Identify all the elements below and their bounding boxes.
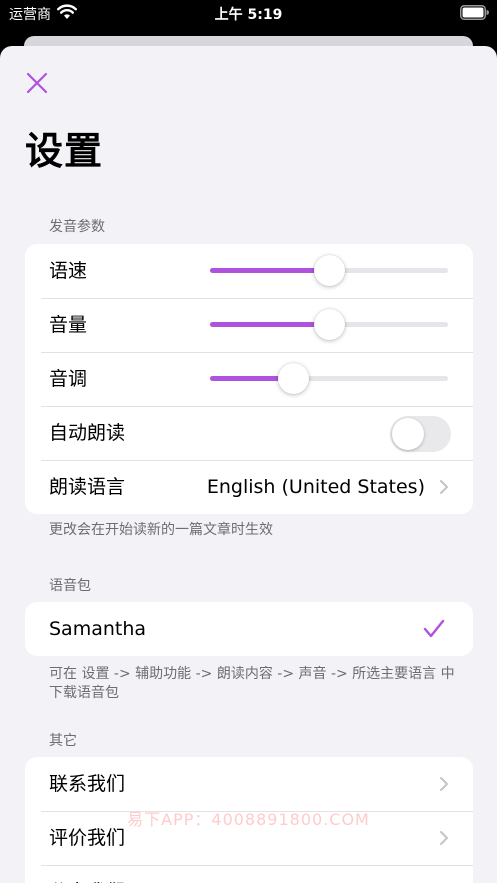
speed-row: 语速	[25, 244, 473, 298]
page-title: 设置	[25, 129, 104, 173]
section-header-voice-params: 发音参数	[49, 219, 105, 235]
settings-sheet: 设置 发音参数 语速 音量 音调 自动朗读 朗读语言 English (Unit…	[0, 46, 497, 883]
contact-us-row[interactable]: 联系我们	[25, 757, 473, 811]
voice-name: Samantha	[49, 618, 147, 640]
auto-read-toggle[interactable]	[390, 416, 451, 452]
voice-params-group: 语速 音量 音调 自动朗读 朗读语言 English (United State…	[25, 244, 473, 514]
section-header-voice-pack: 语音包	[49, 578, 91, 594]
battery-icon	[460, 5, 489, 20]
auto-read-label: 自动朗读	[49, 422, 126, 444]
chevron-right-icon	[440, 831, 448, 845]
chevron-right-icon	[440, 777, 448, 791]
watermark: 易下APP：4008891800.COM	[127, 810, 370, 829]
volume-slider[interactable]	[210, 309, 448, 340]
volume-row: 音量	[25, 298, 473, 352]
share-us-row[interactable]: 分享我们	[25, 865, 473, 883]
language-label: 朗读语言	[49, 476, 126, 498]
voice-row-samantha[interactable]: Samantha	[25, 602, 473, 656]
volume-slider-fill	[210, 322, 329, 327]
speed-slider[interactable]	[210, 255, 448, 286]
auto-read-toggle-knob	[392, 418, 424, 450]
pitch-slider-thumb[interactable]	[278, 363, 310, 394]
voice-pack-group: Samantha	[25, 602, 473, 656]
language-value: English (United States)	[206, 476, 425, 498]
auto-read-row: 自动朗读	[25, 406, 473, 460]
status-bar: 运营商 上午 5:19	[0, 0, 497, 27]
status-time: 上午 5:19	[214, 7, 283, 23]
close-icon[interactable]	[22, 68, 52, 98]
chevron-right-icon	[440, 480, 448, 494]
volume-slider-thumb[interactable]	[314, 309, 345, 340]
volume-label: 音量	[49, 314, 88, 336]
section-header-other: 其它	[49, 733, 77, 749]
pitch-slider[interactable]	[210, 363, 448, 394]
voice-params-footer: 更改会在开始读新的一篇文章时生效	[49, 522, 273, 538]
share-us-label: 分享我们	[49, 865, 125, 883]
pitch-label: 音调	[49, 368, 88, 390]
pitch-row: 音调	[25, 352, 473, 406]
checkmark-icon	[423, 619, 445, 638]
language-row[interactable]: 朗读语言 English (United States)	[25, 460, 473, 514]
contact-us-label: 联系我们	[49, 773, 126, 795]
speed-slider-fill	[210, 268, 329, 273]
speed-label: 语速	[49, 260, 88, 282]
speed-slider-thumb[interactable]	[314, 255, 345, 286]
voice-pack-footer: 可在 设置 -> 辅助功能 -> 朗读内容 -> 声音 -> 所选主要语言 中下…	[49, 666, 455, 701]
